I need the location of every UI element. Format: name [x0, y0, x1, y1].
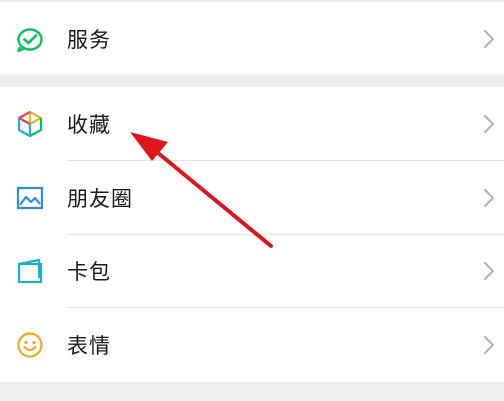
service-check-icon [17, 27, 43, 52]
chevron-right-icon [484, 336, 494, 355]
menu-item-label: 服务 [67, 27, 111, 52]
menu-item-label: 收藏 [67, 112, 111, 137]
card-wallet-icon [17, 259, 43, 284]
menu-item-label: 朋友圈 [67, 186, 133, 211]
menu-item-services[interactable]: 服务 [0, 2, 504, 75]
chevron-right-icon [484, 188, 494, 207]
menu-item-moments[interactable]: 朋友圈 [0, 161, 504, 235]
menu-item-card-wallet[interactable]: 卡包 [0, 235, 504, 309]
sticker-smile-icon [17, 332, 43, 358]
chevron-right-icon [484, 114, 494, 133]
menu-group-services: 服务 [0, 2, 504, 75]
wechat-me-page: 服务 收藏 朋友圈 卡包 表情 [0, 0, 504, 401]
favorites-cube-icon [17, 110, 43, 137]
moments-image-icon [16, 186, 44, 209]
menu-item-label: 表情 [67, 334, 111, 359]
chevron-right-icon [484, 262, 494, 281]
chevron-right-icon [484, 29, 494, 48]
menu-item-label: 卡包 [67, 260, 111, 285]
menu-item-favorites[interactable]: 收藏 [0, 87, 504, 161]
menu-item-stickers[interactable]: 表情 [0, 308, 504, 382]
menu-group-personal: 收藏 朋友圈 卡包 表情 [0, 87, 504, 382]
